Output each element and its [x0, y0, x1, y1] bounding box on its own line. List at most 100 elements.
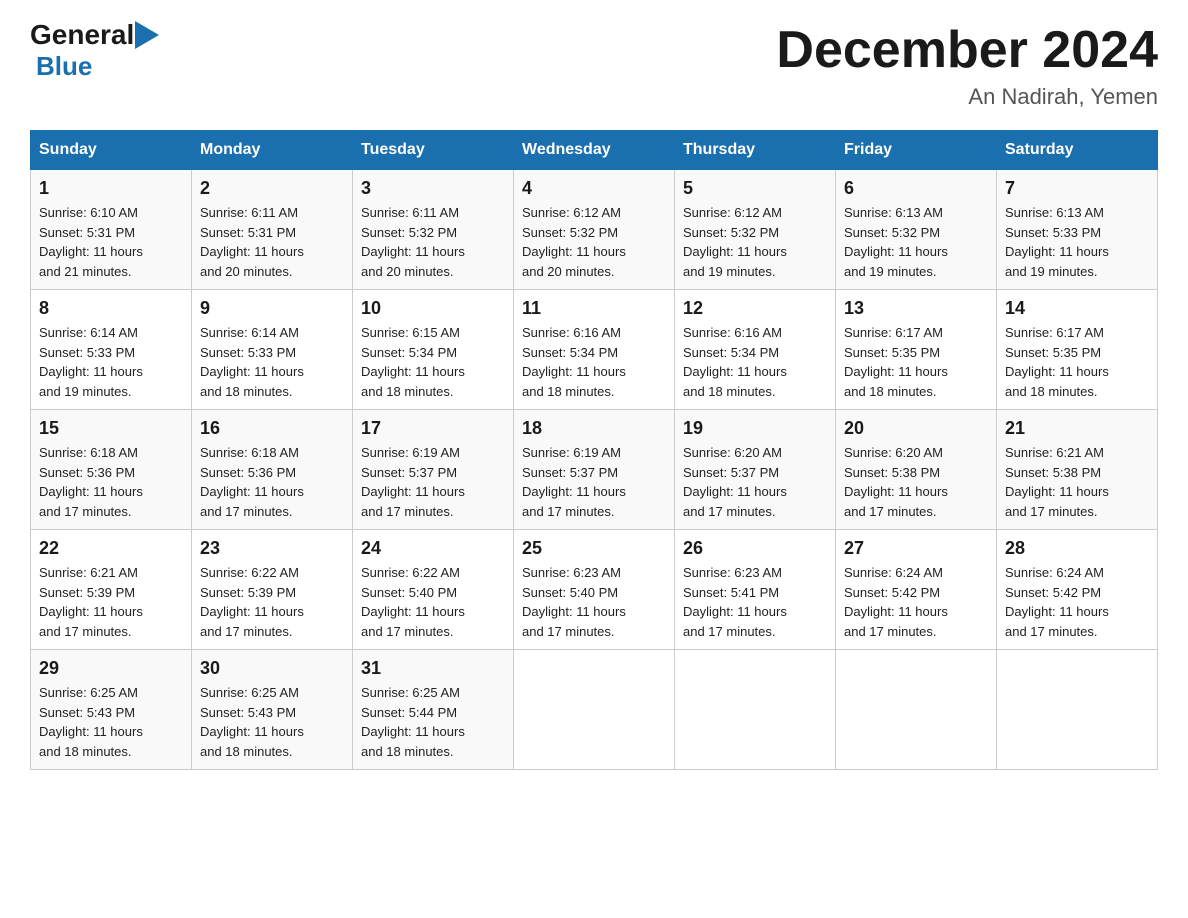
day-number: 24	[361, 538, 505, 559]
calendar-cell: 10Sunrise: 6:15 AMSunset: 5:34 PMDayligh…	[353, 290, 514, 410]
day-number: 10	[361, 298, 505, 319]
day-info: Sunrise: 6:23 AMSunset: 5:41 PMDaylight:…	[683, 565, 787, 639]
day-number: 20	[844, 418, 988, 439]
day-info: Sunrise: 6:13 AMSunset: 5:32 PMDaylight:…	[844, 205, 948, 279]
day-number: 16	[200, 418, 344, 439]
day-number: 12	[683, 298, 827, 319]
day-info: Sunrise: 6:17 AMSunset: 5:35 PMDaylight:…	[1005, 325, 1109, 399]
calendar-cell: 14 Sunrise: 6:17 AMSunset: 5:35 PMDayligh…	[997, 290, 1158, 410]
header-thursday: Thursday	[675, 131, 836, 170]
day-info: Sunrise: 6:12 AMSunset: 5:32 PMDaylight:…	[683, 205, 787, 279]
calendar-week-row: 29 Sunrise: 6:25 AMSunset: 5:43 PMDayligh…	[31, 650, 1158, 770]
calendar-cell: 15 Sunrise: 6:18 AMSunset: 5:36 PMDayligh…	[31, 410, 192, 530]
calendar-cell: 11 Sunrise: 6:16 AMSunset: 5:34 PMDayligh…	[514, 290, 675, 410]
day-number: 11	[522, 298, 666, 319]
day-info: Sunrise: 6:12 AMSunset: 5:32 PMDaylight:…	[522, 205, 626, 279]
calendar-body: 1Sunrise: 6:10 AMSunset: 5:31 PMDaylight…	[31, 170, 1158, 770]
day-info: Sunrise: 6:11 AMSunset: 5:31 PMDaylight:…	[200, 205, 304, 279]
day-number: 27	[844, 538, 988, 559]
calendar-cell: 26 Sunrise: 6:23 AMSunset: 5:41 PMDayligh…	[675, 530, 836, 650]
calendar-cell: 22 Sunrise: 6:21 AMSunset: 5:39 PMDayligh…	[31, 530, 192, 650]
day-number: 28	[1005, 538, 1149, 559]
calendar-cell	[514, 650, 675, 770]
calendar-cell: 20 Sunrise: 6:20 AMSunset: 5:38 PMDayligh…	[836, 410, 997, 530]
header-wednesday: Wednesday	[514, 131, 675, 170]
day-number: 19	[683, 418, 827, 439]
calendar-cell	[836, 650, 997, 770]
day-number: 14	[1005, 298, 1149, 319]
day-info: Sunrise: 6:20 AMSunset: 5:38 PMDaylight:…	[844, 445, 948, 519]
calendar-week-row: 1Sunrise: 6:10 AMSunset: 5:31 PMDaylight…	[31, 170, 1158, 290]
day-info: Sunrise: 6:17 AMSunset: 5:35 PMDaylight:…	[844, 325, 948, 399]
day-number: 29	[39, 658, 183, 679]
calendar-cell: 12 Sunrise: 6:16 AMSunset: 5:34 PMDayligh…	[675, 290, 836, 410]
calendar-cell: 16 Sunrise: 6:18 AMSunset: 5:36 PMDayligh…	[192, 410, 353, 530]
day-number: 3	[361, 178, 505, 199]
calendar-cell: 30Sunrise: 6:25 AMSunset: 5:43 PMDayligh…	[192, 650, 353, 770]
title-block: December 2024 An Nadirah, Yemen	[776, 20, 1158, 110]
day-info: Sunrise: 6:14 AMSunset: 5:33 PMDaylight:…	[39, 325, 143, 399]
calendar-cell	[997, 650, 1158, 770]
calendar-cell: 13 Sunrise: 6:17 AMSunset: 5:35 PMDayligh…	[836, 290, 997, 410]
calendar-cell: 27 Sunrise: 6:24 AMSunset: 5:42 PMDayligh…	[836, 530, 997, 650]
day-number: 6	[844, 178, 988, 199]
header-row: Sunday Monday Tuesday Wednesday Thursday…	[31, 131, 1158, 170]
day-info: Sunrise: 6:18 AMSunset: 5:36 PMDaylight:…	[39, 445, 143, 519]
day-info: Sunrise: 6:25 AMSunset: 5:43 PMDaylight:…	[39, 685, 143, 759]
day-number: 31	[361, 658, 505, 679]
day-info: Sunrise: 6:21 AMSunset: 5:38 PMDaylight:…	[1005, 445, 1109, 519]
day-info: Sunrise: 6:24 AMSunset: 5:42 PMDaylight:…	[1005, 565, 1109, 639]
day-info: Sunrise: 6:22 AMSunset: 5:39 PMDaylight:…	[200, 565, 304, 639]
calendar-cell: 1Sunrise: 6:10 AMSunset: 5:31 PMDaylight…	[31, 170, 192, 290]
day-number: 15	[39, 418, 183, 439]
day-number: 9	[200, 298, 344, 319]
day-number: 5	[683, 178, 827, 199]
day-info: Sunrise: 6:23 AMSunset: 5:40 PMDaylight:…	[522, 565, 626, 639]
calendar-cell: 4 Sunrise: 6:12 AMSunset: 5:32 PMDaylight…	[514, 170, 675, 290]
day-number: 2	[200, 178, 344, 199]
day-info: Sunrise: 6:18 AMSunset: 5:36 PMDaylight:…	[200, 445, 304, 519]
calendar-cell: 6 Sunrise: 6:13 AMSunset: 5:32 PMDaylight…	[836, 170, 997, 290]
day-info: Sunrise: 6:19 AMSunset: 5:37 PMDaylight:…	[361, 445, 465, 519]
day-number: 30	[200, 658, 344, 679]
calendar-cell: 3Sunrise: 6:11 AMSunset: 5:32 PMDaylight…	[353, 170, 514, 290]
day-info: Sunrise: 6:21 AMSunset: 5:39 PMDaylight:…	[39, 565, 143, 639]
calendar-cell: 25 Sunrise: 6:23 AMSunset: 5:40 PMDayligh…	[514, 530, 675, 650]
logo: General Blue	[30, 20, 160, 82]
day-number: 22	[39, 538, 183, 559]
calendar-cell: 19Sunrise: 6:20 AMSunset: 5:37 PMDayligh…	[675, 410, 836, 530]
day-info: Sunrise: 6:19 AMSunset: 5:37 PMDaylight:…	[522, 445, 626, 519]
day-info: Sunrise: 6:22 AMSunset: 5:40 PMDaylight:…	[361, 565, 465, 639]
day-number: 8	[39, 298, 183, 319]
calendar-cell: 2 Sunrise: 6:11 AMSunset: 5:31 PMDaylight…	[192, 170, 353, 290]
header-friday: Friday	[836, 131, 997, 170]
day-info: Sunrise: 6:25 AMSunset: 5:44 PMDaylight:…	[361, 685, 465, 759]
calendar-cell: 28 Sunrise: 6:24 AMSunset: 5:42 PMDayligh…	[997, 530, 1158, 650]
calendar-cell: 9 Sunrise: 6:14 AMSunset: 5:33 PMDaylight…	[192, 290, 353, 410]
day-info: Sunrise: 6:10 AMSunset: 5:31 PMDaylight:…	[39, 205, 143, 279]
day-number: 21	[1005, 418, 1149, 439]
day-number: 7	[1005, 178, 1149, 199]
day-info: Sunrise: 6:14 AMSunset: 5:33 PMDaylight:…	[200, 325, 304, 399]
day-number: 26	[683, 538, 827, 559]
calendar-cell: 8 Sunrise: 6:14 AMSunset: 5:33 PMDaylight…	[31, 290, 192, 410]
calendar-cell: 5 Sunrise: 6:12 AMSunset: 5:32 PMDaylight…	[675, 170, 836, 290]
calendar-header: Sunday Monday Tuesday Wednesday Thursday…	[31, 131, 1158, 170]
day-info: Sunrise: 6:16 AMSunset: 5:34 PMDaylight:…	[683, 325, 787, 399]
calendar-week-row: 15 Sunrise: 6:18 AMSunset: 5:36 PMDayligh…	[31, 410, 1158, 530]
day-info: Sunrise: 6:16 AMSunset: 5:34 PMDaylight:…	[522, 325, 626, 399]
day-number: 23	[200, 538, 344, 559]
page-header: General Blue December 2024 An Nadirah, Y…	[30, 20, 1158, 110]
calendar-table: Sunday Monday Tuesday Wednesday Thursday…	[30, 130, 1158, 770]
day-number: 13	[844, 298, 988, 319]
day-info: Sunrise: 6:13 AMSunset: 5:33 PMDaylight:…	[1005, 205, 1109, 279]
calendar-cell: 21 Sunrise: 6:21 AMSunset: 5:38 PMDayligh…	[997, 410, 1158, 530]
day-number: 4	[522, 178, 666, 199]
day-number: 25	[522, 538, 666, 559]
calendar-week-row: 22 Sunrise: 6:21 AMSunset: 5:39 PMDayligh…	[31, 530, 1158, 650]
calendar-week-row: 8 Sunrise: 6:14 AMSunset: 5:33 PMDaylight…	[31, 290, 1158, 410]
day-info: Sunrise: 6:24 AMSunset: 5:42 PMDaylight:…	[844, 565, 948, 639]
header-sunday: Sunday	[31, 131, 192, 170]
day-number: 17	[361, 418, 505, 439]
logo-general-text: General	[30, 20, 134, 51]
